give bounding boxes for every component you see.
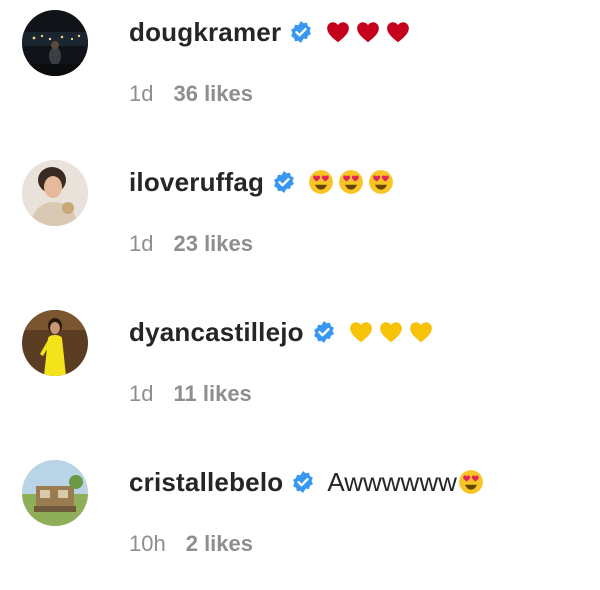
comment-text	[308, 169, 398, 195]
likes-count-link[interactable]: 36 likes	[173, 81, 253, 107]
avatar-image-yellow-dress	[22, 310, 88, 376]
verified-badge-icon	[312, 320, 336, 344]
red-heart-icon	[325, 19, 351, 45]
verified-badge-icon	[289, 20, 313, 44]
likes-count-link[interactable]: 11 likes	[173, 381, 251, 407]
avatar-image-portrait	[22, 160, 88, 226]
comment-timestamp: 1d	[129, 381, 154, 406]
comment-meta: 1d 11 likes	[129, 379, 252, 409]
avatar[interactable]	[22, 310, 88, 376]
comment-line: iloveruffag	[129, 162, 398, 202]
comment-item: iloveruffag 1d 23 likes	[0, 150, 600, 290]
heart-eyes-emoji-icon	[338, 169, 364, 195]
comment-text: Awwwwww	[327, 467, 488, 498]
red-heart-icon	[385, 19, 411, 45]
yellow-heart-icon	[348, 319, 374, 345]
yellow-heart-icon	[378, 319, 404, 345]
avatar[interactable]	[22, 10, 88, 76]
comment-timestamp: 1d	[129, 81, 154, 106]
avatar[interactable]	[22, 460, 88, 526]
comment-line: dyancastillejo	[129, 312, 438, 352]
avatar-image-outdoor-scene	[22, 460, 88, 526]
verified-badge-icon	[272, 170, 296, 194]
avatar-image-night-skyline	[22, 10, 88, 76]
red-heart-icon	[355, 19, 381, 45]
comment-item: dyancastillejo 1d 11 likes	[0, 300, 600, 440]
comment-text	[325, 19, 415, 45]
comment-text	[348, 319, 438, 345]
comment-list: dougkramer 1d 36 likes iloveruffag 1d 23…	[0, 0, 600, 573]
heart-eyes-emoji-icon	[308, 169, 334, 195]
comment-item: cristallebelo Awwwwww 10h 2 likes	[0, 450, 600, 590]
avatar[interactable]	[22, 160, 88, 226]
comment-timestamp: 10h	[129, 531, 166, 556]
comment-item: dougkramer 1d 36 likes	[0, 0, 600, 140]
heart-eyes-emoji-icon	[368, 169, 394, 195]
username-link[interactable]: cristallebelo	[129, 467, 283, 498]
comment-meta: 1d 36 likes	[129, 79, 253, 109]
comment-timestamp: 1d	[129, 231, 154, 256]
comment-line: dougkramer	[129, 12, 415, 52]
username-link[interactable]: dougkramer	[129, 17, 281, 48]
comment-meta: 1d 23 likes	[129, 229, 253, 259]
comment-meta: 10h 2 likes	[129, 529, 253, 559]
comment-line: cristallebelo Awwwwww	[129, 462, 488, 502]
likes-count-link[interactable]: 23 likes	[173, 231, 253, 257]
comment-text-body: Awwwwww	[327, 466, 457, 497]
yellow-heart-icon	[408, 319, 434, 345]
heart-eyes-emoji-icon	[458, 469, 484, 495]
username-link[interactable]: iloveruffag	[129, 167, 264, 198]
verified-badge-icon	[291, 470, 315, 494]
likes-count-link[interactable]: 2 likes	[186, 531, 253, 557]
username-link[interactable]: dyancastillejo	[129, 317, 304, 348]
